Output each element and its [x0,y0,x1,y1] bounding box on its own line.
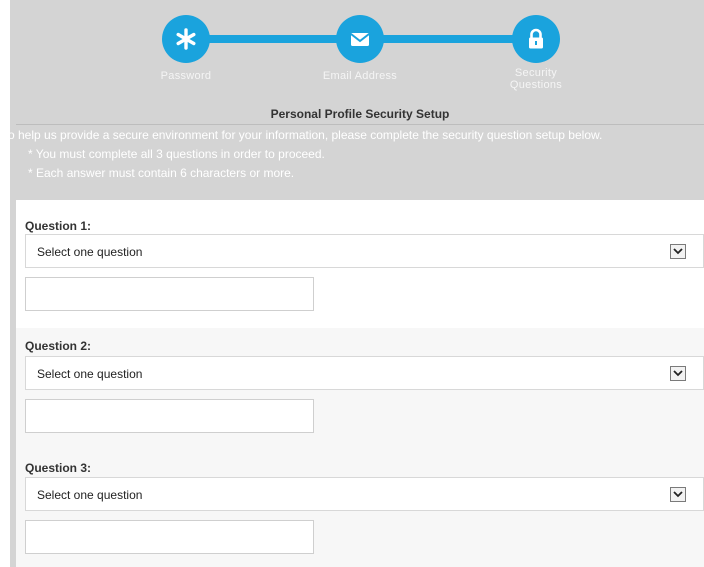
question-label: Question 2: [25,339,92,353]
chevron-down-icon [673,491,683,498]
question-block-1: Question 1: Select one question [16,200,704,328]
intro-text: To help us provide a secure environment … [2,128,603,142]
progress-stepper: Password Email Address Security Question… [0,0,704,100]
step-email [336,15,384,63]
step-label-security-questions: Security Questions [496,67,576,91]
dropdown-button[interactable] [670,366,686,381]
select-value: Select one question [37,245,143,259]
chevron-down-icon [673,370,683,377]
step-label-line: Questions [509,79,563,91]
question-1-answer-input[interactable] [25,277,314,311]
step-label-email: Email Address [322,70,398,82]
question-3-answer-input[interactable] [25,520,314,554]
question-2-answer-input[interactable] [25,399,314,433]
instruction-bullet: * You must complete all 3 questions in o… [28,147,325,161]
lock-icon [529,28,543,49]
question-block-2: Question 2: Select one question [16,328,704,451]
step-label-password: Password [160,70,212,82]
question-block-3: Question 3: Select one question [16,451,704,567]
instruction-bullet: * Each answer must contain 6 characters … [28,166,295,180]
question-2-select[interactable]: Select one question [25,356,704,390]
question-3-select[interactable]: Select one question [25,477,704,511]
asterisk-icon [176,28,196,50]
title-divider [16,124,704,125]
chevron-down-icon [673,248,683,255]
select-value: Select one question [37,488,143,502]
page-title: Personal Profile Security Setup [270,107,450,121]
dropdown-button[interactable] [670,244,686,259]
select-value: Select one question [37,367,143,381]
dropdown-button[interactable] [670,487,686,502]
question-1-select[interactable]: Select one question [25,234,704,268]
question-label: Question 1: [25,219,92,233]
step-label-line: Security [514,67,558,79]
step-password [162,15,210,63]
envelope-icon [350,33,370,46]
step-security-questions [512,15,560,63]
question-label: Question 3: [25,461,92,475]
